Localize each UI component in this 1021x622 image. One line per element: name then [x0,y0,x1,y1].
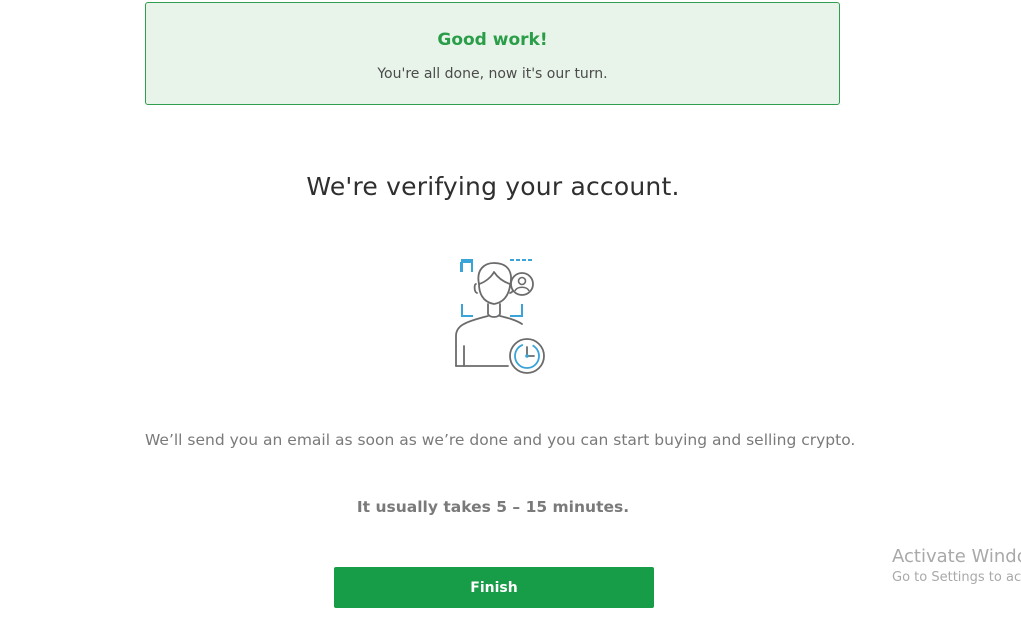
banner-title: Good work! [437,30,548,50]
banner-subtitle: You're all done, now it's our turn. [377,66,608,82]
face-verification-clock-icon [446,254,550,378]
activate-windows-watermark: Activate Windows Go to Settings to activ… [892,546,1021,585]
watermark-title: Activate Windows [892,546,1021,567]
page-title: We're verifying your account. [306,172,680,201]
email-notice-text: We’ll send you an email as soon as we’re… [145,431,856,449]
finish-button[interactable]: Finish [334,567,654,608]
duration-text: It usually takes 5 – 15 minutes. [356,498,630,516]
success-banner: Good work! You're all done, now it's our… [145,2,840,105]
watermark-subtitle: Go to Settings to activate Windows. [892,570,1021,585]
